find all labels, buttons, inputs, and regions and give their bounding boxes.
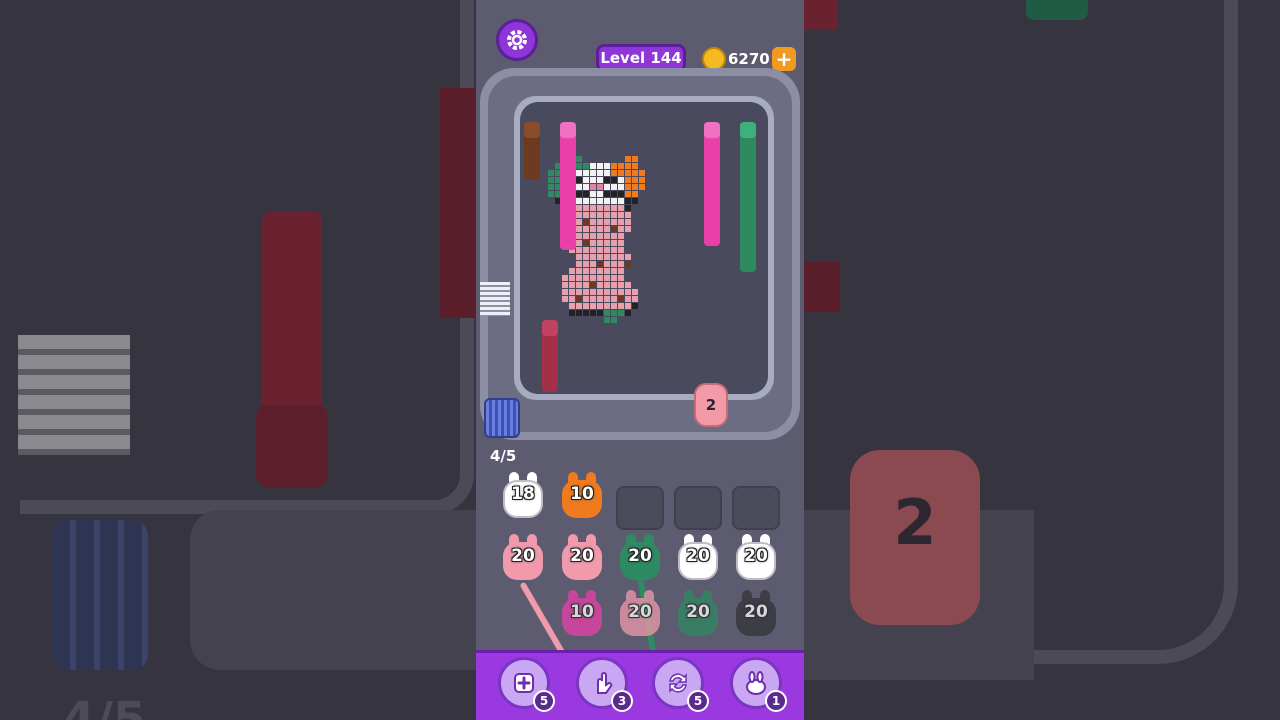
bunny-queue-2[interactable]: 10 xyxy=(560,472,604,520)
tile-stack xyxy=(480,282,510,316)
bunny-queue-1-value: 18 xyxy=(511,484,535,504)
hand-icon xyxy=(597,672,613,694)
background-spool xyxy=(52,520,148,670)
empty-slot-1[interactable] xyxy=(616,486,664,530)
bunny-grid-4[interactable]: 20 xyxy=(676,534,720,582)
pillar-magenta-left[interactable] xyxy=(560,122,576,250)
game-screen: Level 144 6270 + 2 4/5 18 10 20 20 20 20… xyxy=(476,0,804,720)
add-slot-booster-button[interactable]: 5 xyxy=(498,657,555,712)
bunny-grid-1[interactable]: 20 xyxy=(501,534,545,582)
bunny-grid-6-value: 10 xyxy=(570,602,594,622)
background-red-column xyxy=(262,212,322,412)
background-red-foot xyxy=(256,405,328,487)
coin-value: 6270 xyxy=(728,50,770,68)
shuffle-icon xyxy=(669,673,687,693)
pillar-magenta-right[interactable] xyxy=(704,122,720,246)
bunny-grid-7[interactable]: 20 xyxy=(618,590,662,638)
add-slot-count: 5 xyxy=(533,690,555,712)
background-red-block-2 xyxy=(804,262,840,312)
conveyor-counter: 2 xyxy=(694,383,728,427)
bunny-grid-5[interactable]: 20 xyxy=(734,534,778,582)
shuffle-count: 5 xyxy=(687,690,709,712)
background-counter: 2 xyxy=(850,450,980,625)
background-red-block xyxy=(804,0,838,30)
settings-button[interactable] xyxy=(496,19,538,61)
bunny-magic-icon xyxy=(746,671,766,695)
pillar-crimson[interactable] xyxy=(542,320,558,392)
magic-count: 1 xyxy=(765,690,787,712)
bunny-grid-7-value: 20 xyxy=(628,602,652,622)
empty-slot-3[interactable] xyxy=(732,486,780,530)
pick-booster-button[interactable]: 3 xyxy=(576,657,633,712)
bunny-grid-9[interactable]: 20 xyxy=(734,590,778,638)
bunny-grid-3[interactable]: 20 xyxy=(618,534,662,582)
add-slot-icon xyxy=(514,673,534,693)
bunny-grid-5-value: 20 xyxy=(744,546,768,566)
empty-slot-2[interactable] xyxy=(674,486,722,530)
add-coins-button[interactable]: + xyxy=(772,47,796,71)
bunny-grid-9-value: 20 xyxy=(744,602,768,622)
pick-count: 3 xyxy=(611,690,633,712)
background-green-block xyxy=(1026,0,1088,20)
pillar-green[interactable] xyxy=(740,122,756,272)
bunny-grid-8[interactable]: 20 xyxy=(676,590,720,638)
background-progress: 4/5 xyxy=(62,692,147,720)
magic-booster-button[interactable]: 1 xyxy=(730,657,787,712)
background-bar-left xyxy=(190,510,476,670)
bunny-grid-6[interactable]: 10 xyxy=(560,590,604,638)
bunny-queue-2-value: 10 xyxy=(570,484,594,504)
bunny-grid-3-value: 20 xyxy=(628,546,652,566)
background-stack xyxy=(18,335,130,455)
background-counter-value: 2 xyxy=(893,486,937,559)
gear-icon xyxy=(507,30,527,50)
spool-icon xyxy=(484,398,520,438)
booster-toolbar: 5 3 5 1 xyxy=(476,650,804,720)
bunny-queue-1[interactable]: 18 xyxy=(501,472,545,520)
background-red-wall xyxy=(440,88,476,318)
shuffle-booster-button[interactable]: 5 xyxy=(652,657,709,712)
bunny-grid-4-value: 20 xyxy=(686,546,710,566)
bunny-grid-1-value: 20 xyxy=(511,546,535,566)
slot-progress: 4/5 xyxy=(490,447,517,465)
bunny-grid-8-value: 20 xyxy=(686,602,710,622)
bunny-grid-2-value: 20 xyxy=(570,546,594,566)
bunny-grid-2[interactable]: 20 xyxy=(560,534,604,582)
pillar-brown[interactable] xyxy=(524,122,540,180)
